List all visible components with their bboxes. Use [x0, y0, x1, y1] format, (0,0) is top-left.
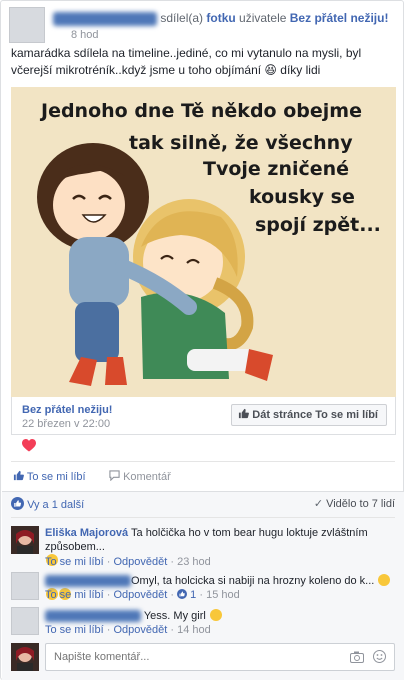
comment-reply-link[interactable]: Odpovědět: [113, 589, 167, 601]
camera-icon[interactable]: [350, 651, 364, 666]
nerd-face-emoji-icon: [209, 609, 222, 621]
comment-meta: To se mi líbí · Odpovědět · 23 hod: [45, 556, 211, 568]
surprised-emoji-icon: [378, 574, 391, 586]
comment-meta: To se mi líbí · Odpovědět · 14 hod: [45, 624, 211, 636]
comment-like-link[interactable]: To se mi líbí: [45, 556, 104, 568]
checkmark-icon: ✓: [313, 498, 324, 510]
comment-reply-link[interactable]: Odpovědět: [113, 624, 167, 636]
comment-author[interactable]: Eliška Majorová: [45, 527, 128, 539]
comment-item: Omyl, ta holcicka si nabiji na hrozny ko…: [11, 572, 395, 608]
caption-line: spojí zpět...: [255, 214, 381, 236]
comment-reply-link[interactable]: Odpovědět: [113, 556, 167, 568]
photo-link[interactable]: fotku: [206, 11, 235, 25]
caption-line: kousky se: [249, 186, 355, 208]
comment-item: Yess. My girl To se mi líbí · Odpovědět …: [11, 607, 395, 637]
comment-time[interactable]: 15 hod: [206, 589, 240, 601]
love-reaction-icon[interactable]: [22, 439, 36, 455]
commenter-avatar[interactable]: [11, 607, 39, 635]
commenter-avatar[interactable]: [11, 572, 39, 600]
header-mid-text: uživatele: [239, 11, 287, 25]
reactions-row: Vy a 1 další ✓ Vidělo to 7 lidí: [11, 497, 395, 511]
page-link[interactable]: Bez přátel nežiju!: [290, 11, 389, 25]
shared-photo[interactable]: Jednoho dne Tě někdo obejme tak silně, ž…: [11, 87, 396, 397]
post-text: kamarádka sdílela na timeline..jediné, c…: [11, 46, 362, 77]
shared-page-name[interactable]: Bez přátel nežiju!: [22, 404, 112, 416]
post-timestamp[interactable]: 8 hod: [71, 29, 99, 41]
comment-text: Yess. My girl: [143, 610, 206, 622]
comment-item: Eliška Majorová Ta holčička ho v tom bea…: [11, 526, 395, 572]
comment-like-link[interactable]: To se mi líbí: [45, 624, 104, 636]
post-header-line: sdílel(a) fotku uživatele Bez přátel než…: [53, 11, 388, 26]
comment-body: Yess. My girl: [45, 609, 395, 623]
comment-author-redacted[interactable]: [45, 610, 141, 623]
comment-action[interactable]: Komentář: [109, 470, 171, 483]
poster-avatar[interactable]: [9, 7, 45, 43]
post-header: sdílel(a) fotku uživatele Bez přátel než…: [9, 7, 399, 43]
like-reaction-icon: [11, 497, 27, 511]
speech-bubble-icon: [109, 470, 123, 483]
comment-author-redacted[interactable]: [45, 575, 131, 588]
current-user-avatar: [11, 643, 39, 671]
caption-line: Tvoje zničené: [203, 158, 350, 180]
comment-input[interactable]: [46, 644, 336, 670]
divider: [11, 461, 395, 462]
comment-time[interactable]: 14 hod: [177, 624, 211, 636]
post-card: sdílel(a) fotku uživatele Bez přátel než…: [0, 0, 404, 680]
shared-page-date[interactable]: 22 březen v 22:00: [22, 418, 110, 430]
comment-input-box: [45, 643, 395, 671]
caption-line: Jednoho dne Tě někdo obejme: [41, 100, 362, 122]
divider: [11, 517, 395, 518]
seen-by[interactable]: ✓ Vidělo to 7 lidí: [314, 497, 395, 510]
poster-name-redacted[interactable]: [53, 11, 157, 26]
comment-text: Omyl, ta holcicka si nabiji na hrozny ko…: [131, 575, 375, 587]
thumbs-up-icon: [238, 408, 252, 421]
like-page-label: Dát stránce To se mi líbí: [252, 409, 378, 421]
thumbs-up-icon: [13, 470, 27, 483]
comment-meta: To se mi líbí · Odpovědět · 1 · 15 hod: [45, 589, 240, 601]
caption-line: tak silně, že všechny: [129, 132, 353, 154]
like-reaction-icon: [177, 589, 188, 601]
emoji-icon[interactable]: [373, 650, 386, 666]
commenter-avatar[interactable]: [11, 526, 39, 554]
shared-page-attribution: Bez přátel nežiju! 22 březen v 22:00 Dát…: [11, 397, 396, 435]
comment-time[interactable]: 23 hod: [177, 556, 211, 568]
reactions-summary[interactable]: Vy a 1 další: [27, 499, 84, 511]
comment-like-link[interactable]: To se mi líbí: [45, 589, 104, 601]
like-action[interactable]: To se mi líbí: [13, 470, 86, 483]
comment-reaction-count[interactable]: 1: [177, 589, 199, 601]
seen-by-label: Vidělo to 7 lidí: [326, 498, 395, 510]
header-action-text: sdílel(a): [160, 11, 204, 25]
like-page-button[interactable]: Dát stránce To se mi líbí: [231, 404, 387, 426]
comment-action-label: Komentář: [123, 471, 171, 483]
like-action-label: To se mi líbí: [26, 471, 86, 483]
